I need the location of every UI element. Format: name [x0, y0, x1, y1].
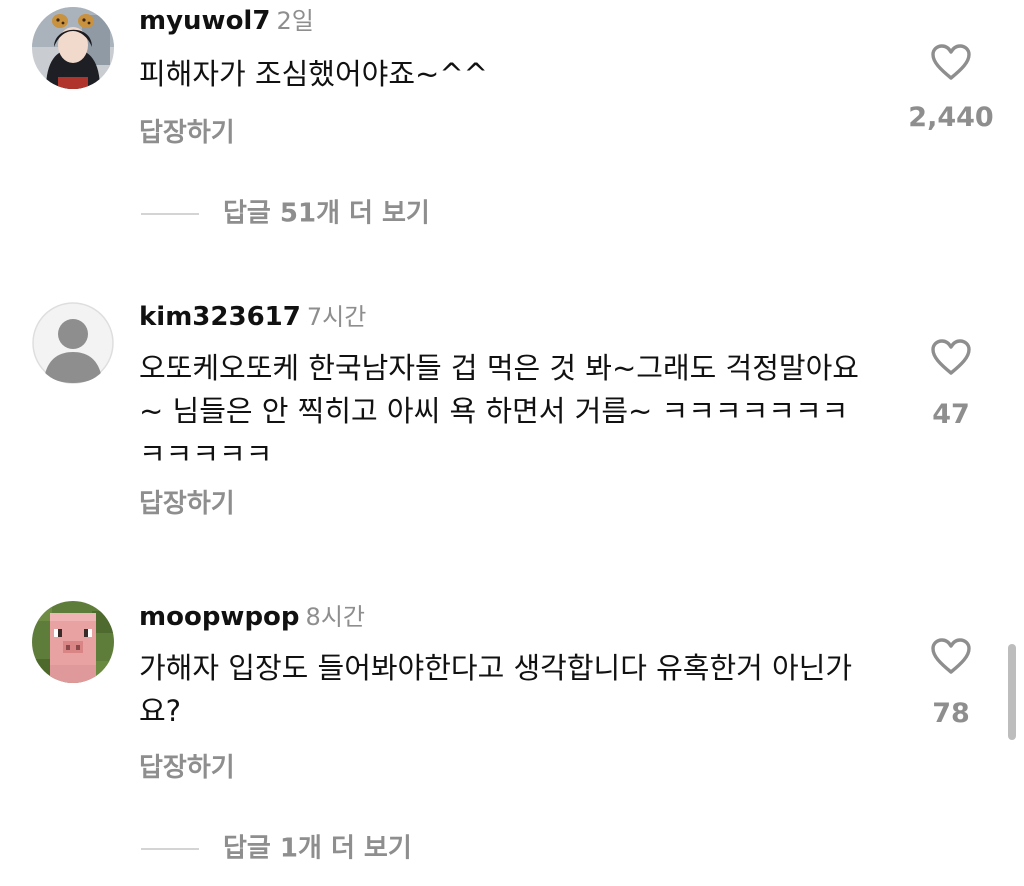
avatar[interactable] [32, 302, 114, 384]
view-replies-label: 답글 51개 더 보기 [223, 198, 430, 229]
heart-outline-icon [931, 44, 971, 80]
divider-line [141, 212, 199, 215]
comment-text: 가해자 입장도 들어봐야한다고 생각합니다 유혹한거 아닌가요? [139, 651, 853, 728]
like-count: 2,440 [908, 102, 994, 133]
divider-line [141, 847, 199, 850]
like-count: 47 [932, 399, 970, 430]
scrollbar[interactable] [1008, 644, 1016, 740]
username[interactable]: myuwol7 [139, 6, 270, 36]
username[interactable]: kim323617 [139, 302, 301, 332]
like-button[interactable]: 78 [900, 637, 1002, 729]
reply-button[interactable]: 답장하기 [139, 753, 235, 783]
reply-button[interactable]: 답장하기 [139, 118, 235, 148]
view-replies-label: 답글 1개 더 보기 [223, 833, 412, 864]
heart-outline-icon [931, 638, 971, 674]
comment-time: 7시간 [306, 303, 367, 331]
like-button[interactable]: 2,440 [900, 43, 1002, 133]
pig-avatar-icon [32, 601, 114, 683]
comment-text: 피해자가 조심했어야죠~^^ [139, 57, 488, 91]
username[interactable]: moopwpop [139, 602, 300, 632]
comment-meta: moopwpop 8시간 [139, 600, 365, 634]
comment-text: 오또케오또케 한국남자들 겁 먹은 것 봐~그래도 걱정말아요~ 님들은 안 찍… [139, 351, 859, 471]
like-count: 78 [932, 698, 970, 729]
heart-outline-icon [931, 339, 971, 375]
view-replies-button[interactable]: 답글 1개 더 보기 [141, 833, 412, 864]
comment-time: 8시간 [305, 603, 365, 631]
avatar[interactable] [32, 601, 114, 683]
view-replies-button[interactable]: 답글 51개 더 보기 [141, 198, 430, 229]
avatar[interactable] [32, 7, 114, 89]
comment-meta: kim323617 7시간 [139, 300, 366, 334]
default-profile-icon [32, 302, 114, 384]
comment-time: 2일 [276, 7, 314, 35]
like-button[interactable]: 47 [900, 338, 1002, 430]
user-photo-avatar-icon [32, 7, 114, 89]
reply-button[interactable]: 답장하기 [139, 489, 235, 519]
comment-meta: myuwol7 2일 [139, 4, 314, 38]
